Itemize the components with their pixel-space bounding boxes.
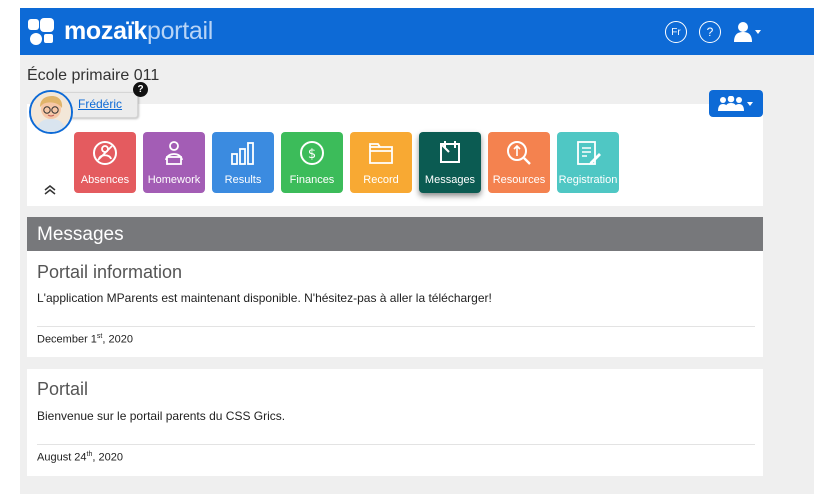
message-date: August 24th, 2020 [37,451,123,464]
date-year: , 2020 [102,333,133,346]
date-prefix: August 24 [37,451,87,464]
brand-bold: mozaïk [64,17,147,45]
homework-icon [165,141,183,165]
tile-results[interactable]: Results [212,132,274,193]
message-card: Portail information L'application MParen… [27,251,763,357]
message-date: December 1st, 2020 [37,333,133,346]
student-name-link[interactable]: Frédéric [78,97,122,111]
message-card: Portail Bienvenue sur le portail parents… [27,369,763,476]
message-body: Bienvenue sur le portail parents du CSS … [37,409,286,423]
user-menu-button[interactable] [734,21,764,43]
finances-icon: $ [300,141,324,165]
help-button[interactable]: ? [699,21,721,43]
tile-resources[interactable]: Resources [488,132,550,193]
registration-icon [577,141,601,165]
date-year: , 2020 [92,451,123,464]
tile-record[interactable]: Record [350,132,412,193]
divider [37,326,755,327]
resources-icon [507,141,531,165]
brand-logo[interactable]: mozaïkportail [28,16,213,47]
tile-messages[interactable]: Messages [419,132,481,193]
results-icon [231,142,254,165]
tile-label: Registration [558,174,618,186]
tile-label: Absences [80,174,130,186]
messages-section-title: Messages [27,217,763,251]
language-button[interactable]: Fr [665,21,687,43]
tile-label: Resources [492,174,546,186]
tile-homework[interactable]: Homework [143,132,205,193]
caret-down-icon [755,30,761,34]
tile-label: Results [224,174,262,186]
tile-label: Record [363,174,399,186]
record-icon [369,143,393,164]
tile-label: Messages [424,174,476,186]
tile-label: Finances [289,174,335,186]
student-help-badge[interactable]: ? [133,82,148,97]
tile-absences[interactable]: Absences [74,132,136,193]
message-body: L'application MParents est maintenant di… [37,291,492,305]
group-icon [718,95,753,111]
messages-icon [440,141,460,163]
message-title: Portail [37,379,89,399]
divider [37,444,755,445]
tile-registration[interactable]: Registration [557,132,619,193]
collapse-chevron-up-icon[interactable] [43,183,57,197]
date-prefix: December 1 [37,333,97,346]
svg-text:$: $ [308,147,316,162]
message-title: Portail information [37,262,183,282]
user-icon [734,22,761,42]
avatar[interactable] [29,90,73,134]
brand-light: portail [146,17,213,45]
absences-icon [93,141,117,165]
top-bar: mozaïkportail Fr ? [20,8,814,55]
brand-name: mozaïkportail [64,17,213,46]
caret-down-icon [747,101,753,106]
group-menu-button[interactable] [709,90,763,117]
mozaik-logo-icon [28,17,56,46]
student-photo [31,92,71,132]
portal-window: mozaïkportail Fr ? École primaire 011 Fr… [20,8,814,494]
tile-label: Homework [147,174,201,186]
tile-finances[interactable]: $ Finances [281,132,343,193]
